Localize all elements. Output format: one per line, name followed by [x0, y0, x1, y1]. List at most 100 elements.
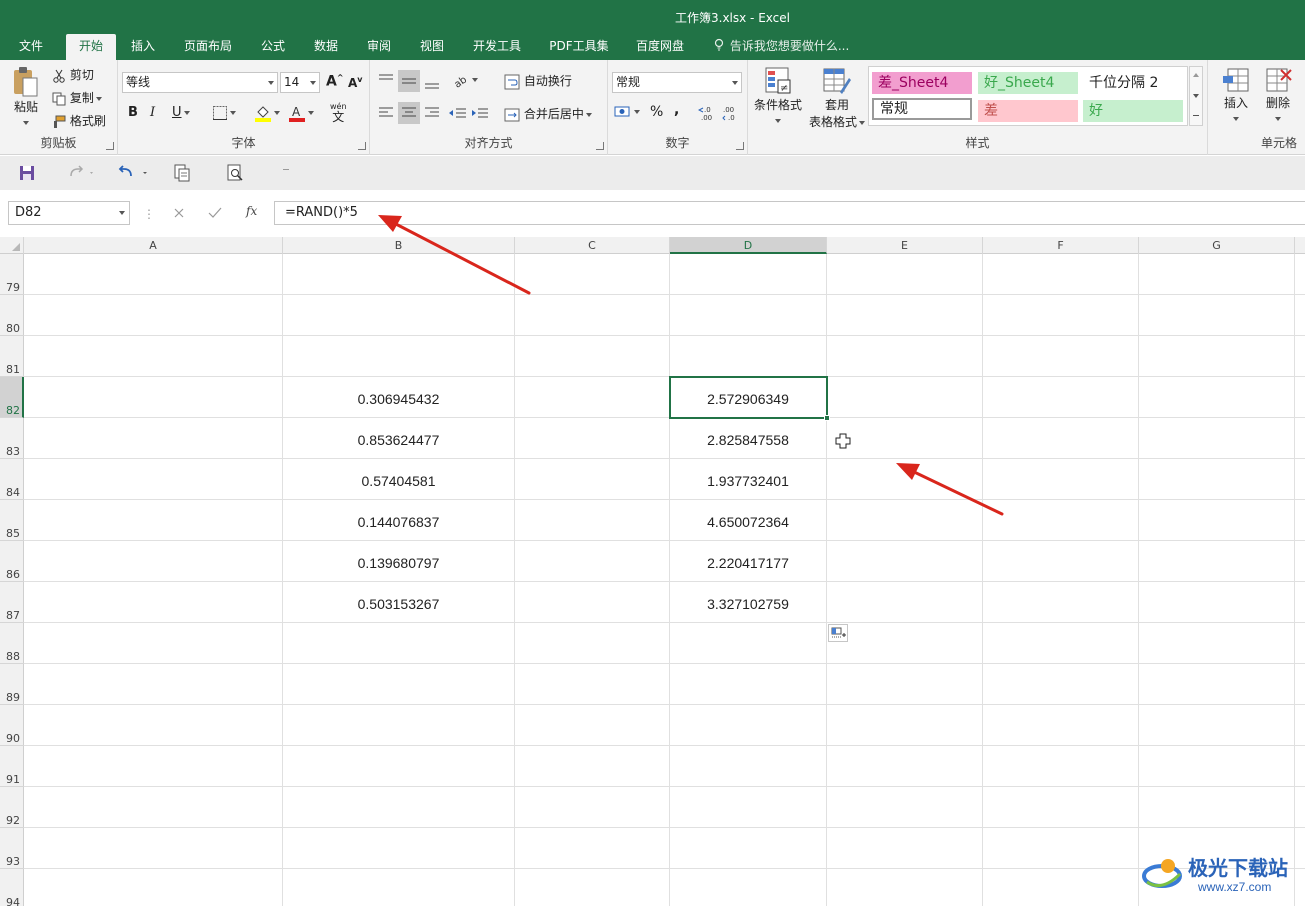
wrap-text-button[interactable]: 自动换行 [504, 72, 572, 90]
insert-cells-button[interactable]: 插入 [1216, 66, 1256, 125]
tab-file[interactable]: 文件 [8, 34, 54, 60]
tab-pdf-tools[interactable]: PDF工具集 [543, 34, 615, 60]
tab-developer[interactable]: 开发工具 [465, 34, 529, 60]
row-header-90[interactable]: 90 [0, 705, 24, 746]
worksheet-grid[interactable]: 0.306945432 0.853624477 0.57404581 0.144… [24, 254, 1305, 906]
cell-d84[interactable]: 1.937732401 [670, 459, 826, 500]
tell-me-search[interactable]: 告诉我您想要做什么... [712, 34, 849, 60]
name-box-dropdown-icon[interactable] [119, 211, 125, 215]
row-header-82[interactable]: 82 [0, 377, 24, 418]
row-header-83[interactable]: 83 [0, 418, 24, 459]
redo-icon[interactable] [68, 165, 96, 181]
decrease-decimal-button[interactable]: .00.0 [722, 105, 742, 121]
increase-decimal-button[interactable]: .0.00 [698, 105, 718, 121]
column-header-g[interactable]: G [1139, 237, 1295, 254]
paste-button[interactable]: 粘贴 [10, 66, 42, 129]
font-color-button[interactable]: A [288, 104, 314, 122]
zoom-preview-icon[interactable] [227, 164, 245, 182]
number-launcher-icon[interactable] [736, 142, 744, 150]
clipboard-launcher-icon[interactable] [106, 142, 114, 150]
row-header-81[interactable]: 81 [0, 336, 24, 377]
row-header-89[interactable]: 89 [0, 664, 24, 705]
row-header-85[interactable]: 85 [0, 500, 24, 541]
tab-review[interactable]: 审阅 [358, 34, 400, 60]
cell-b84[interactable]: 0.57404581 [283, 459, 514, 500]
font-size-select[interactable]: 14 [280, 72, 320, 93]
row-header-80[interactable]: 80 [0, 295, 24, 336]
phonetic-button[interactable]: wén 文 [330, 102, 347, 123]
row-header-86[interactable]: 86 [0, 541, 24, 582]
alignment-launcher-icon[interactable] [596, 142, 604, 150]
gallery-more-icon[interactable] [1193, 115, 1199, 116]
row-header-93[interactable]: 93 [0, 828, 24, 869]
cell-b85[interactable]: 0.144076837 [283, 500, 514, 541]
increase-font-icon[interactable]: A^ [326, 73, 344, 90]
insert-function-button[interactable]: fx [246, 204, 257, 218]
column-header-e[interactable]: E [827, 237, 983, 254]
gallery-down-icon[interactable] [1193, 94, 1199, 98]
save-icon[interactable] [19, 165, 35, 181]
select-all-button[interactable] [0, 237, 24, 254]
column-header-a[interactable]: A [24, 237, 283, 254]
copy-button[interactable]: 复制 [52, 89, 102, 106]
merge-center-button[interactable]: 合并后居中 [504, 105, 592, 123]
style-normal[interactable]: 常规 [872, 98, 972, 120]
tab-insert[interactable]: 插入 [122, 34, 164, 60]
row-header-84[interactable]: 84 [0, 459, 24, 500]
font-launcher-icon[interactable] [358, 142, 366, 150]
auto-fill-options-button[interactable] [828, 624, 848, 642]
gallery-up-icon[interactable] [1193, 73, 1199, 77]
cell-b86[interactable]: 0.139680797 [283, 541, 514, 582]
delete-cells-button[interactable]: 删除 [1258, 66, 1298, 125]
cell-d87[interactable]: 3.327102759 [670, 582, 826, 623]
print-preview-icon[interactable] [173, 164, 191, 182]
row-header-92[interactable]: 92 [0, 787, 24, 828]
underline-button[interactable]: U [172, 105, 190, 120]
tab-page-layout[interactable]: 页面布局 [176, 34, 240, 60]
row-header-87[interactable]: 87 [0, 582, 24, 623]
row-header-94[interactable]: 94 [0, 869, 24, 906]
tab-data[interactable]: 数据 [305, 34, 347, 60]
row-header-79[interactable]: 79 [0, 254, 24, 295]
vertical-align-icons[interactable] [376, 70, 444, 92]
style-bad-sheet4[interactable]: 差_Sheet4 [872, 72, 972, 94]
orientation-button[interactable]: ab [452, 72, 478, 88]
percent-button[interactable]: % [650, 104, 663, 120]
column-header-d[interactable]: D [670, 237, 827, 254]
format-painter-button[interactable]: 格式刷 [52, 112, 106, 129]
style-good[interactable]: 好 [1083, 100, 1183, 122]
horizontal-align-icons[interactable] [376, 102, 444, 124]
cell-b87[interactable]: 0.503153267 [283, 582, 514, 623]
cell-d83[interactable]: 2.825847558 [670, 418, 826, 459]
styles-gallery-scroll[interactable] [1189, 66, 1203, 126]
style-thousands-2[interactable]: 千位分隔 2 [1083, 72, 1183, 94]
border-button[interactable] [212, 105, 236, 121]
cell-d86[interactable]: 2.220417177 [670, 541, 826, 582]
font-name-select[interactable]: 等线 [122, 72, 278, 93]
tab-baidu-netdisk[interactable]: 百度网盘 [628, 34, 692, 60]
format-as-table-button[interactable]: 套用 表格格式 [806, 66, 868, 130]
formula-input[interactable]: =RAND()*5 [274, 201, 1305, 225]
name-box[interactable]: D82 [8, 201, 130, 225]
indent-icons[interactable] [448, 106, 492, 122]
style-good-sheet4[interactable]: 好_Sheet4 [978, 72, 1078, 94]
qat-customize-icon[interactable] [283, 169, 289, 170]
row-header-88[interactable]: 88 [0, 623, 24, 664]
fill-color-button[interactable] [254, 104, 280, 122]
cell-b83[interactable]: 0.853624477 [283, 418, 514, 459]
decrease-font-icon[interactable]: Av [348, 75, 363, 90]
fill-handle[interactable] [824, 415, 830, 421]
cell-d85[interactable]: 4.650072364 [670, 500, 826, 541]
column-header-b[interactable]: B [283, 237, 515, 254]
tab-formulas[interactable]: 公式 [252, 34, 294, 60]
enter-check-icon[interactable] [208, 207, 222, 219]
bold-button[interactable]: B [128, 105, 138, 120]
currency-button[interactable] [614, 104, 640, 120]
number-format-select[interactable]: 常规 [612, 72, 742, 93]
row-header-91[interactable]: 91 [0, 746, 24, 787]
column-header-c[interactable]: C [515, 237, 670, 254]
undo-icon[interactable] [118, 165, 150, 181]
tab-view[interactable]: 视图 [411, 34, 453, 60]
cell-b82[interactable]: 0.306945432 [283, 377, 514, 418]
style-bad[interactable]: 差 [978, 100, 1078, 122]
